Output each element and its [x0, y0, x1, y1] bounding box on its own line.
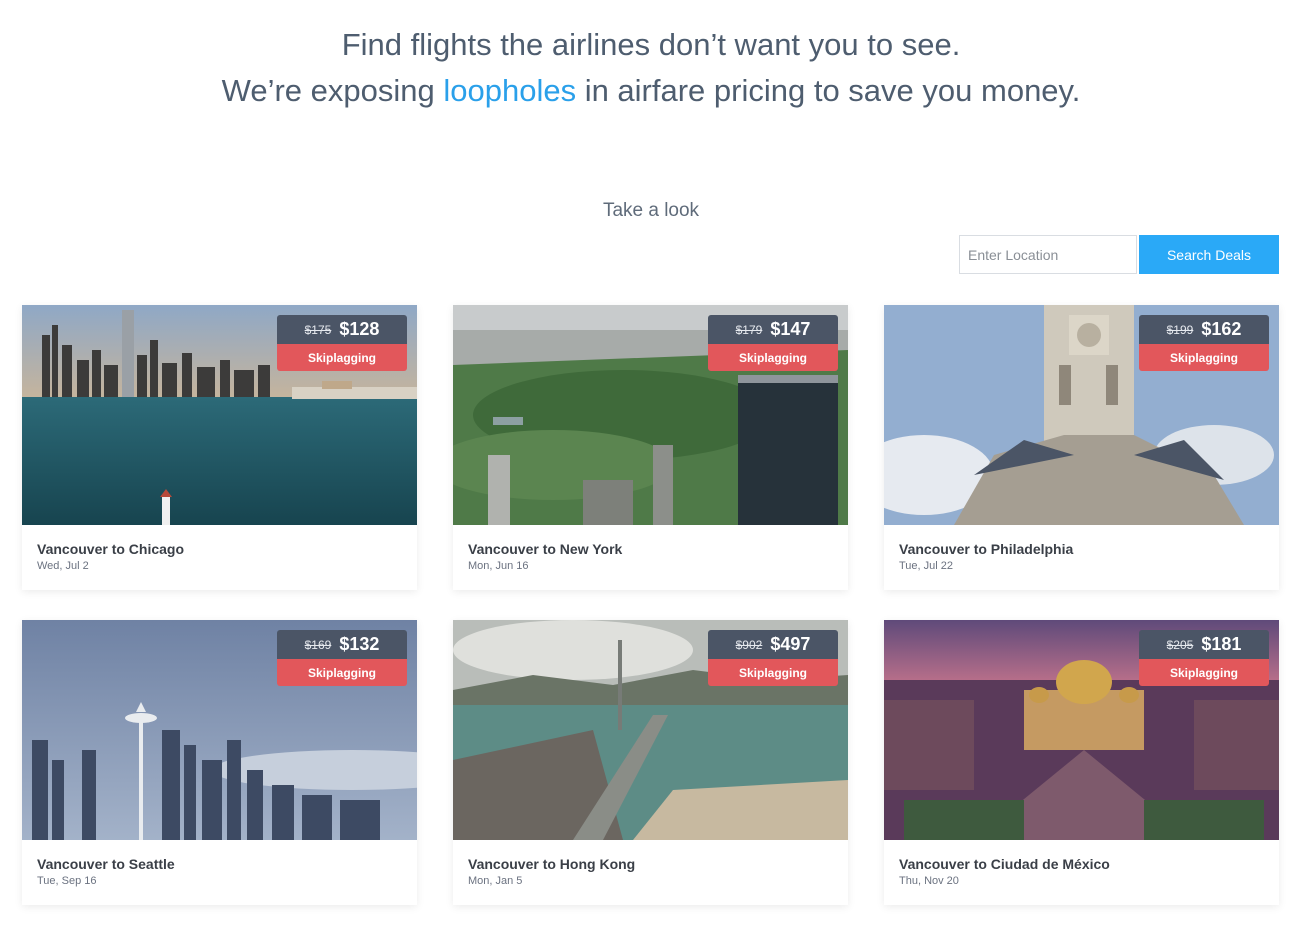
- deal-search: Search Deals: [959, 235, 1279, 274]
- deal-price: $162: [1201, 319, 1242, 339]
- deal-price: $128: [339, 319, 380, 339]
- deal-price: $497: [770, 634, 811, 654]
- original-price: $205: [1166, 637, 1194, 652]
- deal-date: Mon, Jun 16: [468, 560, 529, 572]
- hero: Find flights the airlines don’t want you…: [0, 0, 1302, 114]
- price-badge: $199 $162 Skiplagging: [1139, 315, 1269, 371]
- price-badge: $179 $147 Skiplagging: [708, 315, 838, 371]
- deal-route: Vancouver to Philadelphia: [899, 541, 1074, 557]
- deal-price: $147: [770, 319, 811, 339]
- skiplagging-tag: Skiplagging: [277, 659, 407, 686]
- original-price: $199: [1166, 322, 1194, 337]
- deal-card-ciudad-de-mexico[interactable]: $205 $181 Skiplagging Vancouver to Ciudad…: [884, 620, 1279, 905]
- deal-card-new-york[interactable]: $179 $147 Skiplagging Vancouver to New Yo…: [453, 305, 848, 590]
- price-badge: $169 $132 Skiplagging: [277, 630, 407, 686]
- skiplagging-tag: Skiplagging: [1139, 344, 1269, 371]
- deal-route: Vancouver to New York: [468, 541, 623, 557]
- skiplagging-tag: Skiplagging: [708, 659, 838, 686]
- deal-date: Thu, Nov 20: [899, 875, 959, 887]
- deal-card-seattle[interactable]: $169 $132 Skiplagging Vancouver to Seattl…: [22, 620, 417, 905]
- deal-price: $132: [339, 634, 380, 654]
- price-badge: $175 $128 Skiplagging: [277, 315, 407, 371]
- deal-route: Vancouver to Hong Kong: [468, 856, 636, 872]
- deal-date: Tue, Sep 16: [37, 875, 97, 887]
- original-price: $902: [735, 637, 763, 652]
- deal-date: Tue, Jul 22: [899, 560, 954, 572]
- price-badge: $205 $181 Skiplagging: [1139, 630, 1269, 686]
- hero-headline: Find flights the airlines don’t want you…: [341, 27, 961, 62]
- hero-sub-after: in airfare pricing to save you money.: [576, 73, 1081, 108]
- deal-date: Mon, Jan 5: [468, 875, 523, 887]
- hero-subheadline: We’re exposing loopholes in airfare pric…: [0, 68, 1302, 114]
- original-price: $169: [304, 637, 332, 652]
- deal-route: Vancouver to Ciudad de México: [899, 856, 1110, 872]
- original-price: $175: [304, 322, 332, 337]
- skiplagging-tag: Skiplagging: [708, 344, 838, 371]
- location-input[interactable]: [959, 235, 1137, 274]
- loopholes-link[interactable]: loopholes: [443, 73, 576, 108]
- skiplagging-tag: Skiplagging: [1139, 659, 1269, 686]
- deal-price: $181: [1201, 634, 1242, 654]
- original-price: $179: [735, 322, 763, 337]
- deal-date: Wed, Jul 2: [37, 560, 89, 572]
- price-badge: $902 $497 Skiplagging: [708, 630, 838, 686]
- deal-card-philadelphia[interactable]: $199 $162 Skiplagging Vancouver to Philad…: [884, 305, 1279, 590]
- skiplagging-tag: Skiplagging: [277, 344, 407, 371]
- deal-route: Vancouver to Chicago: [37, 541, 185, 557]
- hero-sub-before: We’re exposing: [221, 73, 444, 108]
- search-deals-button[interactable]: Search Deals: [1139, 235, 1279, 274]
- deal-card-hong-kong[interactable]: $902 $497 Skiplagging Vancouver to Hong K…: [453, 620, 848, 905]
- section-title: Take a look: [602, 200, 700, 221]
- deal-route: Vancouver to Seattle: [37, 856, 175, 872]
- deal-card-chicago[interactable]: $175 $128 Skiplagging Vancouver to Chicag…: [22, 305, 417, 590]
